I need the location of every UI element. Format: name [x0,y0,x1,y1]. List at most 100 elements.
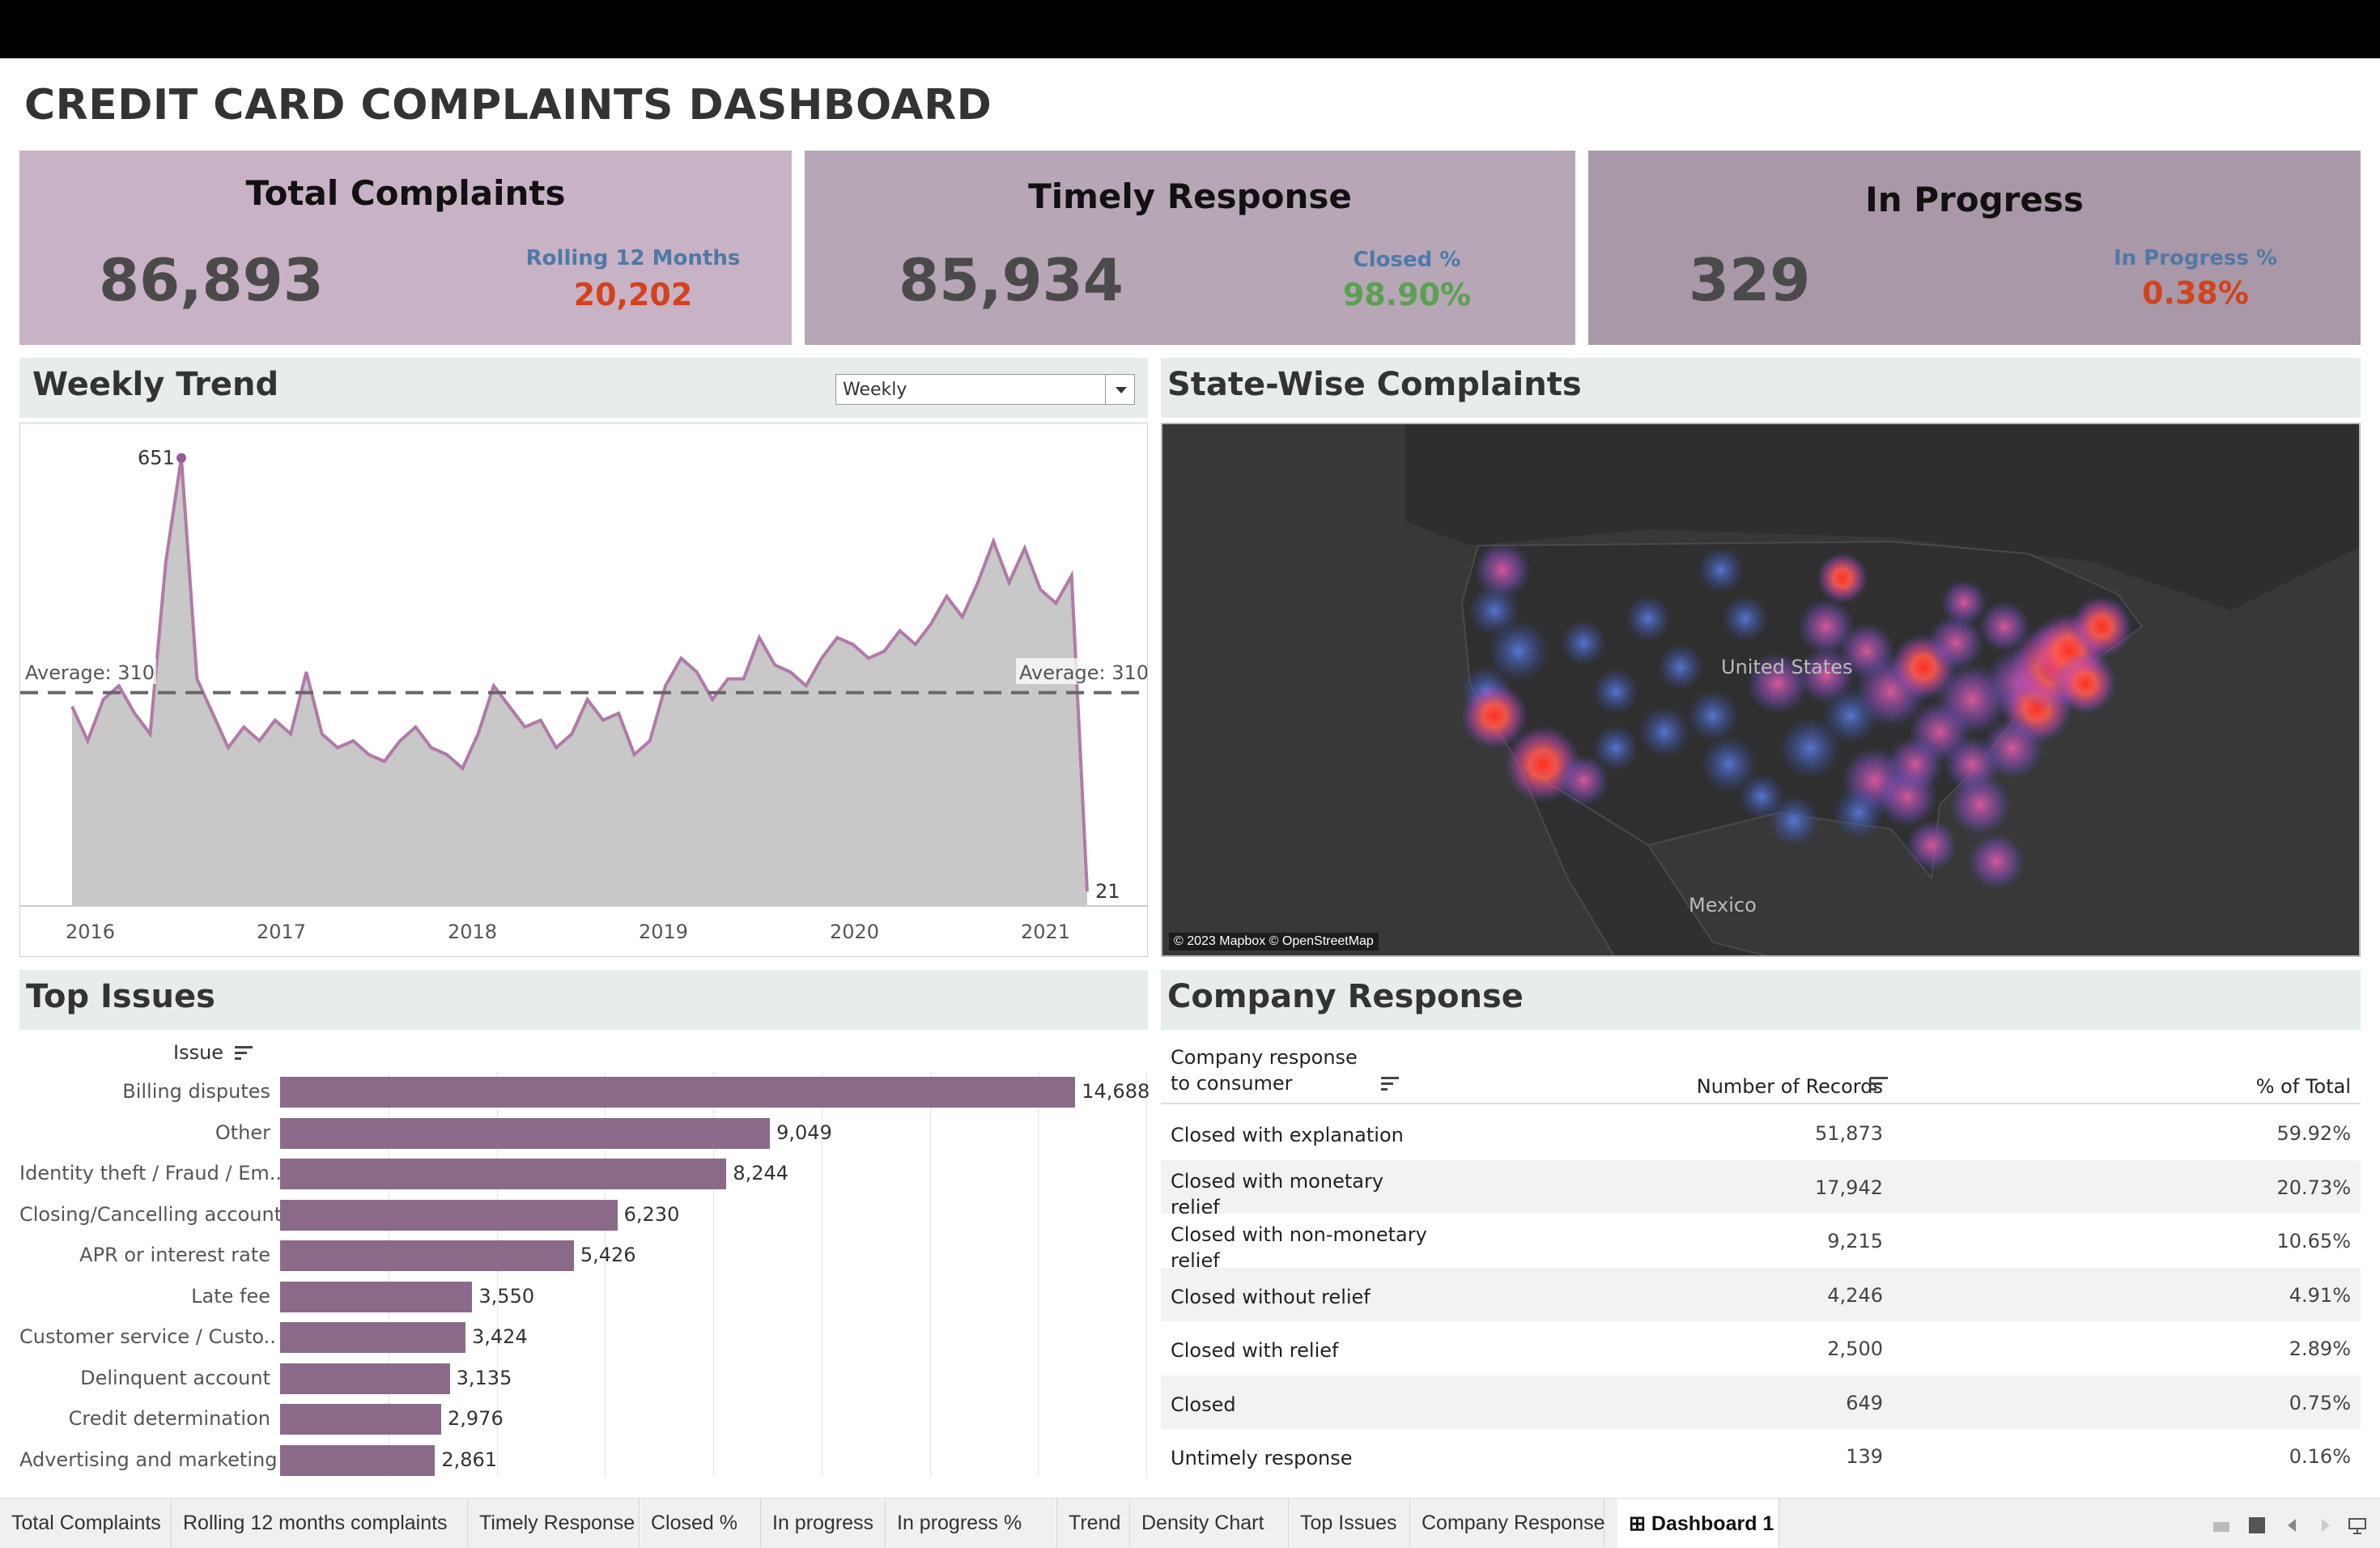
heat-spot [1886,735,1944,793]
issue-label: Customer service / Custo.. [19,1325,276,1348]
sort-icon[interactable] [234,1046,253,1061]
issue-row[interactable]: Advertising and marketing 2,861 [19,1439,1148,1479]
presentation-icon[interactable] [2348,1516,2367,1535]
issue-column-header[interactable]: Issue [173,1041,253,1064]
kpi-sub-label: Rolling 12 Months [525,246,741,270]
issue-row[interactable]: Late fee 3,550 [19,1275,1148,1316]
issue-row[interactable]: Identity theft / Fraud / Em.. 8,244 [19,1152,1148,1193]
x-tick-label: 2021 [1021,921,1070,943]
issue-bar[interactable] [280,1404,442,1435]
sheet-tab[interactable]: ⊞ Dashboard 1 [1617,1499,1779,1548]
sheet-tab[interactable]: Company Response [1410,1499,1605,1548]
state-density-map[interactable]: United States Mexico © 2023 Mapbox © Ope… [1161,423,2361,957]
sheet-tab[interactable]: Timely Response [468,1499,640,1548]
issue-row[interactable]: Customer service / Custo.. 3,424 [19,1316,1148,1356]
issue-bar[interactable] [280,1199,618,1231]
sheet-tabs-bar: Total Complaints Rolling 12 months compla… [0,1498,2380,1548]
records-cell: 4,246 [1827,1283,1883,1307]
table-row[interactable]: Closed with relief 2,500 2.89% [1161,1321,2361,1375]
issue-bar[interactable] [280,1444,436,1476]
kpi-value: 85,934 [899,246,1124,314]
table-row[interactable]: Closed with non-monetary relief 9,215 10.6… [1161,1214,2361,1272]
chevron-down-icon[interactable] [1105,375,1134,404]
sheet-tab[interactable]: Top Issues [1289,1499,1410,1548]
prev-arrow-icon[interactable] [2283,1516,2302,1535]
next-arrow-icon[interactable] [2315,1516,2335,1535]
top-issues-header: Top Issues [19,970,1148,1030]
sheet-tab[interactable]: Trend [1057,1499,1130,1548]
issue-row[interactable]: Closing/Cancelling account 6,230 [19,1193,1148,1234]
kpi-value: 329 [1689,246,1811,314]
dropdown-value: Weekly [843,380,907,400]
issue-label: Late fee [191,1284,270,1308]
kpi-sub-label: In Progress % [2113,246,2278,270]
issue-value-label: 2,861 [441,1448,498,1471]
sheet-tab[interactable]: Rolling 12 months complaints [172,1499,468,1548]
issue-row[interactable]: Other 9,049 [19,1112,1148,1152]
response-cell: Closed with explanation [1171,1124,1404,1146]
heat-spot [1817,552,1868,604]
issue-row[interactable]: Delinquent account 3,135 [19,1357,1148,1397]
sheet-view-icon[interactable] [2247,1516,2267,1535]
issue-row[interactable]: Billing disputes 14,688 [19,1070,1150,1111]
x-tick-label: 2016 [66,921,115,943]
percent-cell: 59.92% [2276,1122,2351,1145]
sheet-tab[interactable]: Closed % [640,1499,761,1548]
percent-cell: 2.89% [2289,1337,2351,1360]
issue-bar[interactable] [280,1281,473,1312]
col-header-records[interactable]: Number of Records [1697,1075,1883,1098]
trend-period-dropdown[interactable]: Weekly [835,374,1135,405]
percent-cell: 0.16% [2289,1445,2351,1468]
issue-row[interactable]: APR or interest rate 5,426 [19,1234,1148,1274]
sort-icon[interactable] [1381,1077,1399,1091]
sheet-tab[interactable]: Density Chart [1130,1499,1289,1548]
map-attribution[interactable]: © 2023 Mapbox © OpenStreetMap [1169,933,1379,950]
issue-bar[interactable] [280,1240,574,1271]
issue-value-label: 3,550 [478,1284,535,1308]
heat-spot [1967,832,2025,891]
heat-spot [1949,773,2012,836]
issue-value-label: 5,426 [580,1244,636,1266]
issue-bar[interactable] [280,1363,450,1394]
issue-value-label: 8,244 [733,1162,789,1184]
sort-icon[interactable] [1870,1077,1888,1091]
kpi-sub-label: Closed % [1353,248,1461,272]
heat-spot [1638,706,1690,758]
response-cell: Closed with monetary relief [1171,1169,1384,1218]
table-row[interactable]: Closed with explanation 51,873 59.92% [1161,1106,2361,1159]
issue-label: APR or interest rate [79,1244,270,1266]
kpi-total-complaints: Total Complaints 86,893 Rolling 12 Month… [19,151,792,345]
kpi-sub-value: 98.90% [1342,277,1472,313]
x-tick-label: 2020 [830,921,879,943]
average-label-left: Average: 310 [25,661,155,684]
issue-label: Delinquent account [80,1366,270,1389]
sheet-tab[interactable]: In progress [761,1499,886,1548]
last-value-label: 21 [1095,880,1120,903]
heat-spot [1906,819,1957,871]
issue-bar[interactable] [280,1159,727,1189]
issue-bar[interactable] [280,1077,1076,1108]
company-response-header: Company Response [1161,970,2361,1030]
issue-bar[interactable] [280,1117,771,1149]
grid-view-icon[interactable] [2212,1516,2231,1535]
header-divider [1161,1103,2361,1104]
issue-value-label: 2,976 [448,1407,504,1430]
table-row[interactable]: Untimely response 139 0.16% [1161,1429,2361,1482]
issue-bar[interactable] [280,1322,465,1353]
sheet-tab[interactable]: Total Complaints [0,1499,172,1548]
x-tick-label: 2017 [257,921,306,943]
issue-row[interactable]: Credit determination 2,976 [19,1397,1148,1438]
table-row[interactable]: Closed 649 0.75% [1161,1375,2361,1429]
issue-header-label: Issue [173,1041,224,1064]
response-cell: Closed without relief [1171,1285,1371,1308]
heat-spot [1738,773,1785,820]
sheet-tab[interactable]: In progress % [886,1499,1057,1548]
max-point-marker [176,453,187,463]
table-row[interactable]: Closed with monetary relief 17,942 20.73% [1161,1159,2361,1218]
col-header-response[interactable]: Company response to consumer [1171,1044,1381,1096]
records-cell: 17,942 [1815,1176,1883,1199]
table-row[interactable]: Closed without relief 4,246 4.91% [1161,1267,2361,1321]
issue-value-label: 3,135 [456,1366,512,1389]
col-header-percent[interactable]: % of Total [2256,1075,2351,1098]
map-label-mexico: Mexico [1689,894,1757,916]
